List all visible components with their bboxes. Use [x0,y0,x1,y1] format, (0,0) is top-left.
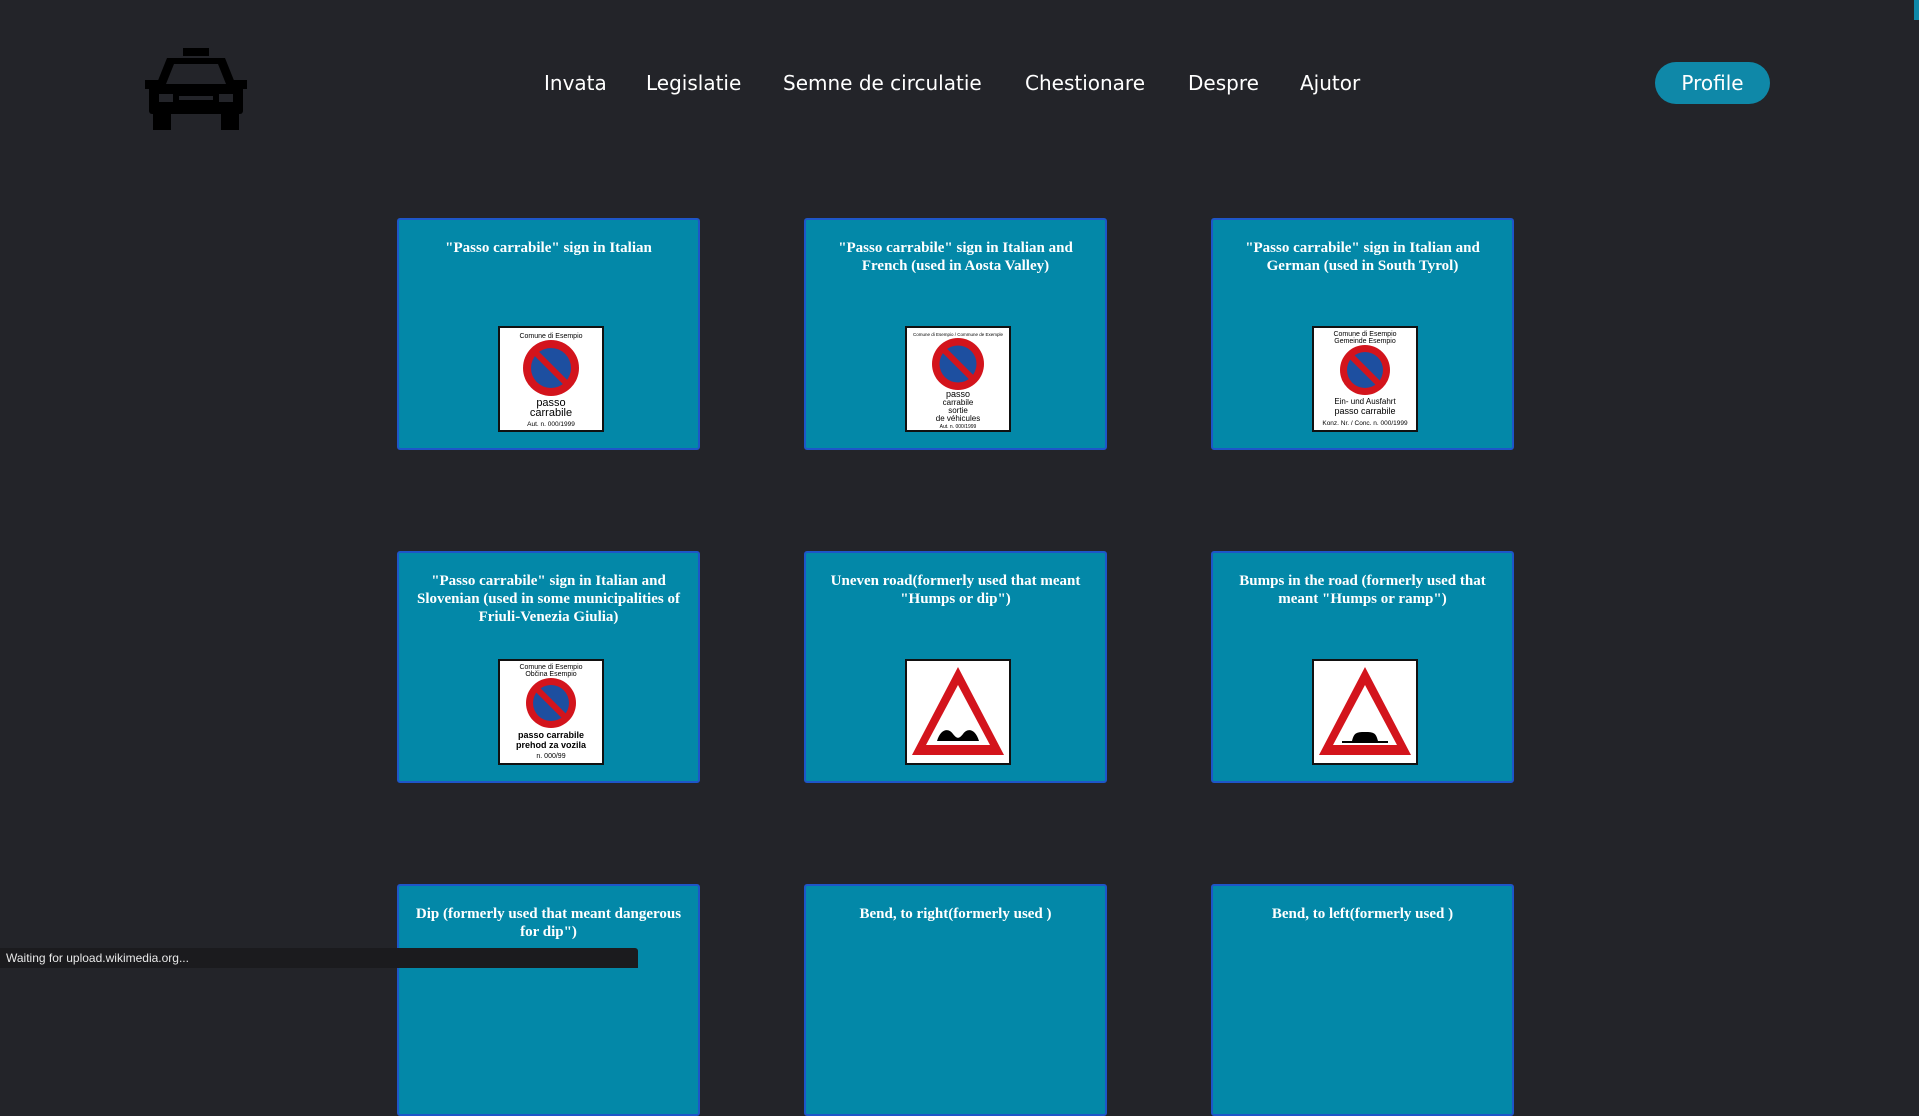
sign-text: Aut. n. 000/1999 [527,421,575,428]
sign-card[interactable]: "Passo carrabile" sign in Italian and Ge… [1211,218,1514,450]
sign-text: carrabile [530,407,572,419]
sign-card[interactable]: Dip (formerly used that meant dangerous … [397,884,700,1116]
sign-text: Aut. n. 000/1999 [940,424,977,430]
nav-item-invata[interactable]: Invata [544,68,607,98]
sign-text: Comune di Esempio [1333,331,1396,338]
nav-item-legislatie[interactable]: Legislatie [646,68,741,98]
nav-item-despre[interactable]: Despre [1188,68,1259,98]
sign-text: passo carrabile [518,730,584,740]
sign-card[interactable]: "Passo carrabile" sign in Italian and Fr… [804,218,1107,450]
sign-card-title: "Passo carrabile" sign in Italian and Sl… [417,573,680,625]
no-parking-sign-image: Comune di Esempio / Commune de Exemple p… [905,326,1011,432]
sign-text: Comune di Esempio [519,333,582,340]
sign-card[interactable]: Uneven road(formerly used that meant "Hu… [804,551,1107,783]
browser-status-bar: Waiting for upload.wikimedia.org... [0,948,638,968]
sign-text: Comune di Esempio / Commune de Exemple [913,332,1004,337]
sign-text: n. 000/99 [536,753,565,760]
sign-card[interactable]: Bend, to left(formerly used ) [1211,884,1514,1116]
sign-text: de véhicules [936,414,980,423]
sign-card[interactable]: "Passo carrabile" sign in Italian and Sl… [397,551,700,783]
scroll-indicator [1914,0,1919,20]
sign-card-title: Bend, to right(formerly used ) [859,906,1052,922]
sign-card[interactable]: "Passo carrabile" sign in Italian Comune… [397,218,700,450]
sign-text: Gemeinde Esempio [1334,338,1396,345]
top-navigation-bar: Invata Legislatie Semne de circulatie Ch… [0,0,1919,165]
nav-item-chestionare[interactable]: Chestionare [1025,68,1145,98]
sign-card-title: Uneven road(formerly used that meant "Hu… [830,573,1081,607]
sign-card[interactable]: Bend, to right(formerly used ) [804,884,1107,1116]
sign-text: passo carrabile [1334,406,1395,416]
nav-item-ajutor[interactable]: Ajutor [1300,68,1360,98]
sign-card-title: "Passo carrabile" sign in Italian [445,240,652,256]
sign-card-title: Bumps in the road (formerly used that me… [1239,573,1486,607]
sign-text: Comune di Esempio [519,664,582,671]
no-parking-sign-image: Comune di Esempio passo carrabile Aut. n… [498,326,604,432]
sign-card[interactable]: Bumps in the road (formerly used that me… [1211,551,1514,783]
sign-text: prehod za vozila [516,740,587,750]
sign-card-title: Dip (formerly used that meant dangerous … [415,906,682,940]
profile-button[interactable]: Profile [1655,62,1770,104]
sign-card-title: "Passo carrabile" sign in Italian and Ge… [1245,240,1480,274]
warning-humps-sign-image [905,659,1011,765]
sign-text: Ein- und Ausfahrt [1334,397,1396,406]
no-parking-sign-image: Comune di Esempio Občina Esempio passo c… [498,659,604,765]
sign-text: Konz. Nr. / Conc. n. 000/1999 [1322,420,1408,427]
sign-card-title: "Passo carrabile" sign in Italian and Fr… [838,240,1073,274]
main-nav: Invata Legislatie Semne de circulatie Ch… [0,68,1919,98]
sign-card-title: Bend, to left(formerly used ) [1271,906,1454,922]
warning-bump-sign-image [1312,659,1418,765]
sign-text: Občina Esempio [525,671,576,678]
nav-item-semne-de-circulatie[interactable]: Semne de circulatie [783,68,982,98]
no-parking-sign-image: Comune di Esempio Gemeinde Esempio Ein- … [1312,326,1418,432]
